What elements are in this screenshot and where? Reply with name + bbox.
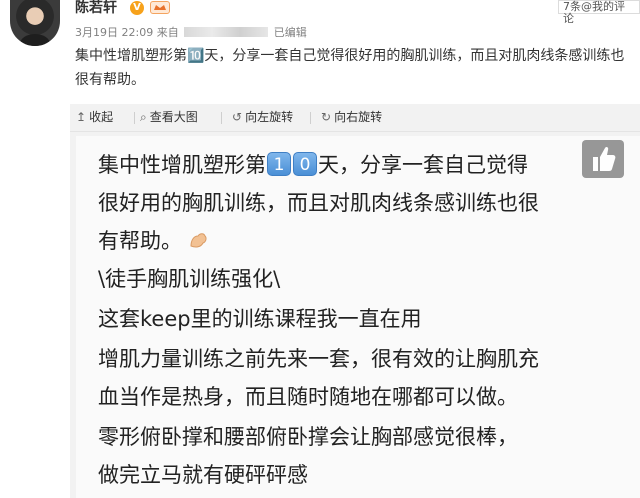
rotate-left-button[interactable]: ↺ 向左旋转	[232, 109, 293, 125]
flexed-biceps-icon	[188, 228, 210, 248]
rotate-right-button[interactable]: ↻ 向右旋转	[321, 109, 382, 125]
post-text: 集中性增肌塑形第🔟天，分享一套自己觉得很好用的胸肌训练，而且对肌肉线条感训练也很…	[75, 48, 625, 88]
verified-badge-icon: V	[130, 1, 144, 15]
weibo-post: 陈若轩 V 3月19日 22:09 来自 已编辑 7条@我的评论 集中性增肌塑形…	[0, 0, 640, 498]
rotate-left-icon: ↺	[232, 110, 243, 124]
rotate-right-icon: ↻	[321, 110, 332, 124]
blurred-source	[184, 27, 269, 37]
collapse-icon: ↥	[76, 110, 87, 124]
image-text-line: 做完立马就有硬砰砰感	[98, 463, 308, 487]
image-text-line: 集中性增肌塑形第 1 0 天，分享一套自己觉得	[98, 152, 528, 177]
like-button[interactable]	[582, 140, 624, 178]
image-text-line: 有帮助。	[98, 226, 210, 256]
post-image[interactable]: 集中性增肌塑形第 1 0 天，分享一套自己觉得 很好用的胸肌训练，而且对肌肉线条感训练…	[76, 136, 640, 498]
image-text-line: 这套keep里的训练课程我一直在用	[98, 307, 422, 331]
edited-label[interactable]: 已编辑	[274, 26, 307, 39]
post-meta: 3月19日 22:09 来自 已编辑	[75, 24, 307, 40]
collapse-button[interactable]: ↥ 收起	[76, 109, 113, 125]
source-prefix: 来自	[156, 26, 179, 39]
mention-notification[interactable]: 7条@我的评论	[558, 0, 640, 25]
image-text-line: 很好用的胸肌训练，而且对肌肉线条感训练也很	[98, 191, 539, 215]
view-large-button[interactable]: ⌕ 查看大图	[140, 109, 198, 125]
avatar[interactable]	[10, 0, 60, 46]
image-toolbar: ↥ 收起 ⌕ 查看大图 ↺ 向左旋转 ↻ 向右旋转	[70, 104, 640, 132]
keycap-zero-icon: 0	[293, 152, 317, 176]
image-text-line: \徒手胸肌训练强化\	[98, 267, 281, 291]
username[interactable]: 陈若轩	[75, 0, 117, 16]
divider	[310, 112, 311, 124]
image-text-line: 零形俯卧撑和腰部俯卧撑会让胸部感觉很棒，	[98, 425, 518, 449]
divider	[134, 112, 135, 124]
image-text-line: 增肌力量训练之前先来一套，很有效的让胸肌充	[98, 347, 539, 371]
image-text-line: 血当作是热身，而且随时随地在哪都可以做。	[98, 385, 518, 409]
keycap-one-icon: 1	[267, 152, 291, 176]
divider	[221, 112, 222, 124]
image-viewer[interactable]: 集中性增肌塑形第 1 0 天，分享一套自己觉得 很好用的胸肌训练，而且对肌肉线条感训练…	[70, 132, 640, 498]
post-date[interactable]: 3月19日 22:09	[75, 26, 153, 39]
magnify-icon: ⌕	[140, 110, 147, 124]
member-badge-icon	[150, 1, 170, 14]
thumbs-up-icon	[593, 146, 616, 171]
